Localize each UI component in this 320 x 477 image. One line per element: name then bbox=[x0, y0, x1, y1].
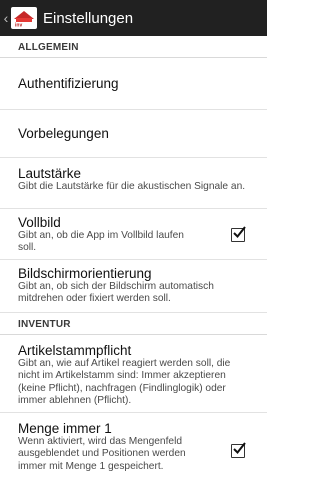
pref-artikelstammpflicht[interactable]: Artikelstammpflicht Gibt an, wie auf Art… bbox=[0, 335, 267, 413]
settings-list: ALLGEMEIN Authentifizierung Vorbelegunge… bbox=[0, 36, 267, 477]
pref-title: Vorbelegungen bbox=[18, 126, 109, 141]
app-bar: ‹ inv Einstellungen bbox=[0, 0, 267, 36]
check-icon bbox=[233, 226, 246, 239]
app-logo-icon[interactable]: inv bbox=[11, 7, 37, 29]
pref-title: Bildschirmorientierung bbox=[18, 266, 152, 281]
pref-menge-immer-1[interactable]: Menge immer 1 Wenn aktiviert, wird das M… bbox=[0, 413, 267, 477]
pref-title: Lautstärke bbox=[18, 166, 82, 181]
menge-immer-1-checkbox[interactable] bbox=[231, 442, 246, 458]
pref-summary: Gibt an, ob sich der Bildschirm automati… bbox=[18, 281, 214, 305]
page-title: Einstellungen bbox=[43, 9, 134, 27]
pref-title: Authentifizierung bbox=[18, 76, 119, 91]
back-icon[interactable]: ‹ bbox=[2, 0, 10, 36]
section-header-inventur: INVENTUR bbox=[0, 313, 267, 335]
check-icon bbox=[233, 442, 246, 455]
vollbild-checkbox[interactable] bbox=[231, 226, 246, 242]
pref-lautstaerke[interactable]: Lautstärke Gibt die Lautstärke für die a… bbox=[0, 158, 267, 209]
pref-title: Vollbild bbox=[18, 215, 61, 230]
pref-vorbelegungen[interactable]: Vorbelegungen bbox=[0, 110, 267, 158]
pref-title: Artikelstammpflicht bbox=[18, 343, 132, 358]
pref-summary: Gibt die Lautstärke für die akustischen … bbox=[18, 181, 246, 192]
pref-bildschirmorientierung[interactable]: Bildschirmorientierung Gibt an, ob sich … bbox=[0, 260, 267, 313]
pref-authentifizierung[interactable]: Authentifizierung bbox=[0, 58, 267, 110]
svg-text:inv: inv bbox=[15, 23, 22, 29]
pref-summary: Gibt an, wie auf Artikel reagiert werden… bbox=[18, 358, 231, 407]
pref-summary: Wenn aktiviert, wird das Mengenfeld ausg… bbox=[18, 436, 186, 472]
pref-title: Menge immer 1 bbox=[18, 421, 112, 436]
pref-summary: Gibt an, ob die App im Vollbild laufen s… bbox=[18, 230, 184, 254]
pref-vollbild[interactable]: Vollbild Gibt an, ob die App im Vollbild… bbox=[0, 209, 267, 260]
section-header-allgemein: ALLGEMEIN bbox=[0, 36, 267, 58]
